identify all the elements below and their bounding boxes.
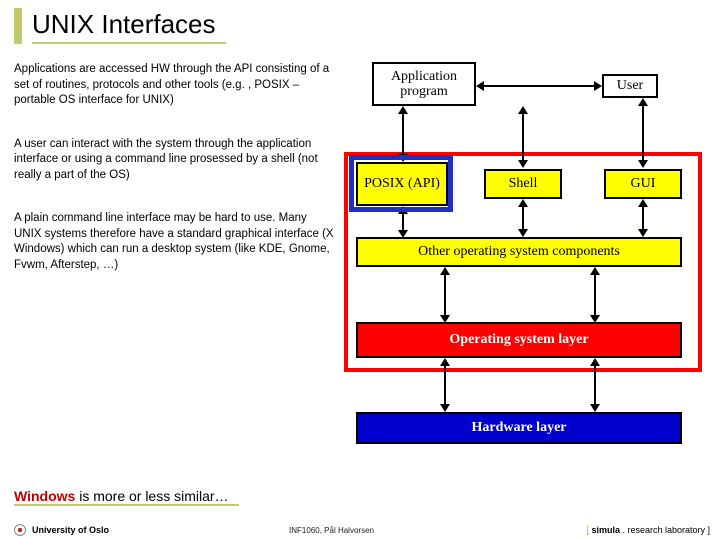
windows-rest: is more or less similar…: [75, 488, 228, 504]
paragraph-shell: A user can interact with the system thro…: [14, 137, 334, 184]
hardware-layer-box: Hardware layer: [356, 412, 682, 444]
windows-note: Windows is more or less similar…: [14, 488, 239, 506]
arrow-os-hw-2: [594, 366, 596, 404]
footer: University of Oslo INF1060, Pål Halvorse…: [0, 524, 720, 536]
unix-diagram: Application program User POSIX (API) She…: [344, 62, 704, 452]
arrow-gui-other: [642, 207, 644, 229]
paragraph-api: Applications are accessed HW through the…: [14, 62, 334, 109]
arrow-os-hw-1: [444, 366, 446, 404]
arrow-shell-other: [522, 207, 524, 229]
slide-title: UNIX Interfaces: [32, 9, 226, 44]
arrow-app-shell: [522, 114, 524, 160]
arrow-app-posix: [402, 114, 404, 154]
operating-system-layer-box: Operating system layer: [356, 322, 682, 358]
uio-logo-icon: [14, 524, 26, 536]
other-os-components-box: Other operating system components: [356, 237, 682, 267]
arrow-app-user: [484, 85, 594, 87]
shell-box: Shell: [484, 169, 562, 199]
user-box: User: [602, 74, 658, 98]
content-row: Applications are accessed HW through the…: [0, 44, 720, 452]
application-program-box: Application program: [372, 62, 476, 106]
posix-highlight: [349, 155, 453, 212]
diagram-column: Application program User POSIX (API) She…: [344, 62, 704, 452]
simula-label: [ simula . research laboratory ]: [586, 525, 710, 535]
title-accent-bar: [14, 8, 22, 44]
text-column: Applications are accessed HW through the…: [14, 62, 334, 452]
university-name: University of Oslo: [32, 525, 109, 535]
arrow-posix-other: [402, 214, 404, 230]
gui-box: GUI: [604, 169, 682, 199]
windows-highlight: Windows: [14, 488, 75, 504]
arrow-user-gui: [642, 106, 644, 160]
slide-title-wrap: UNIX Interfaces: [0, 0, 720, 44]
arrow-other-os-2: [594, 275, 596, 315]
course-label: INF1060, Pål Halvorsen: [289, 526, 374, 535]
arrow-other-os-1: [444, 275, 446, 315]
paragraph-gui: A plain command line interface may be ha…: [14, 211, 334, 273]
